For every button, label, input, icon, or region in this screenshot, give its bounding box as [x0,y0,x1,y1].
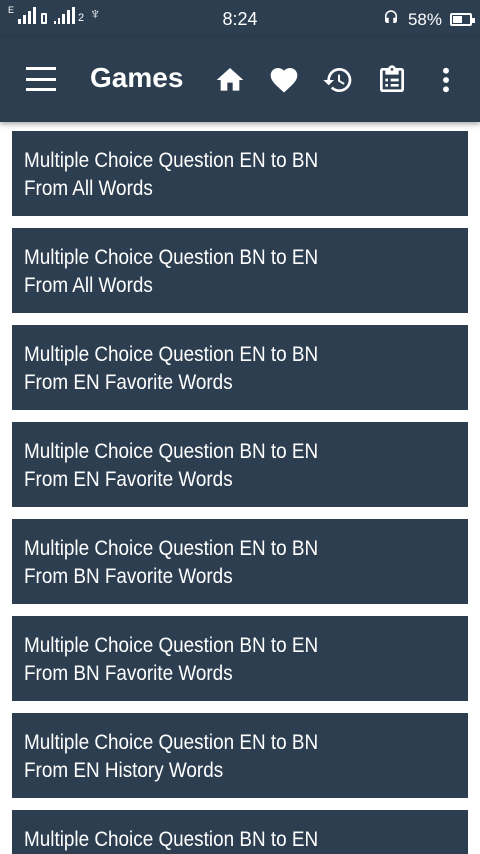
game-item[interactable]: Multiple Choice Question BN to EN From B… [12,616,468,701]
app-bar: Games [0,38,480,122]
game-item[interactable]: Multiple Choice Question BN to EN [12,810,468,854]
game-item[interactable]: Multiple Choice Question EN to BN From A… [12,131,468,216]
game-item[interactable]: Multiple Choice Question BN to EN From A… [12,228,468,313]
games-list: Multiple Choice Question EN to BN From A… [0,122,480,854]
headset-icon [382,8,400,31]
battery-fill [453,16,462,23]
game-subtitle: From BN Favorite Words [24,565,233,588]
game-title: Multiple Choice Question BN to EN [24,246,319,269]
game-title: Multiple Choice Question BN to EN [24,440,319,463]
game-item[interactable]: Multiple Choice Question EN to BN From B… [12,519,468,604]
game-title: Multiple Choice Question EN to BN [24,149,319,172]
game-title: Multiple Choice Question EN to BN [24,731,319,754]
game-title: Multiple Choice Question EN to BN [24,537,319,560]
game-subtitle: From EN History Words [24,759,224,782]
game-item[interactable]: Multiple Choice Question EN to BN From E… [12,325,468,410]
game-subtitle: From BN Favorite Words [24,662,233,685]
game-title: Multiple Choice Question EN to BN [24,343,319,366]
clipboard-icon[interactable] [374,62,410,98]
game-item[interactable]: Multiple Choice Question EN to BN From E… [12,713,468,798]
game-subtitle: From All Words [24,274,153,297]
more-vert-icon[interactable] [428,62,464,98]
battery-icon [450,13,475,26]
home-icon[interactable] [212,62,248,98]
status-bar: E 2 ♆ 8:24 58% [0,0,480,38]
game-item[interactable]: Multiple Choice Question BN to EN From E… [12,422,468,507]
history-icon[interactable] [320,62,356,98]
game-subtitle: From EN Favorite Words [24,468,233,491]
status-right: 58% [382,8,475,31]
game-title: Multiple Choice Question BN to EN [24,634,319,657]
game-title: Multiple Choice Question BN to EN [24,828,319,851]
page-title: Games [90,62,184,93]
game-subtitle: From All Words [24,177,153,200]
heart-icon[interactable] [266,62,302,98]
battery-percent: 58% [407,9,442,29]
menu-icon[interactable] [26,67,56,91]
game-subtitle: From EN Favorite Words [24,371,233,394]
